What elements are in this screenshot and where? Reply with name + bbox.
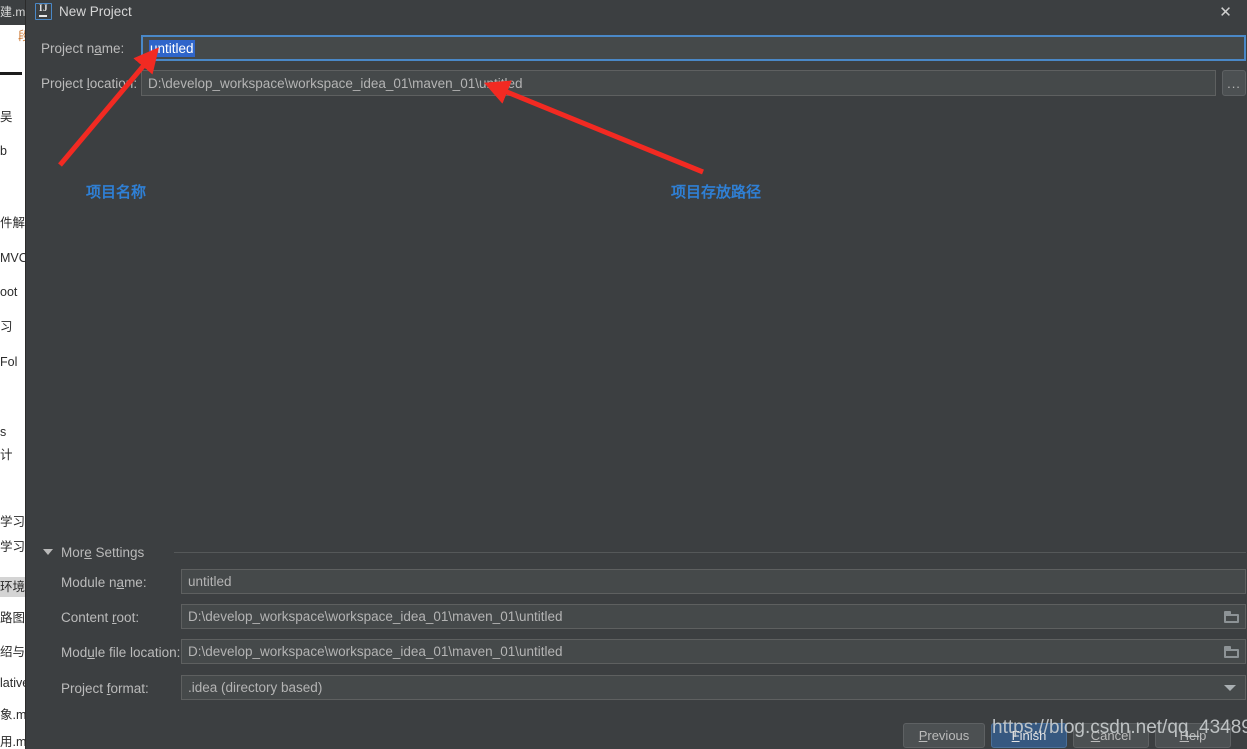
content-root-folder-icon[interactable] xyxy=(1224,611,1239,623)
module-name-value: untitled xyxy=(188,574,232,589)
content-root-input[interactable]: D:\develop_workspace\workspace_idea_01\m… xyxy=(181,604,1246,629)
more-settings-label: More Settings xyxy=(61,545,145,560)
annotation-project-name: 项目名称 xyxy=(86,184,147,201)
screenshot-root: 吴 b 件解讠 MVC oot 习 Fol s 计 学习笔 学习 环境 路图 绍… xyxy=(0,0,1247,749)
project-location-value: D:\develop_workspace\workspace_idea_01\m… xyxy=(148,75,523,91)
project-location-label: Project location: xyxy=(41,76,138,91)
more-settings-separator xyxy=(174,552,1246,553)
dialog-titlebar: IJ New Project ✕ xyxy=(26,0,1247,26)
dialog-title: New Project xyxy=(59,4,132,19)
close-icon[interactable]: ✕ xyxy=(1203,0,1247,26)
project-name-value: untitled xyxy=(149,39,195,57)
intellij-idea-icon: IJ xyxy=(35,3,52,20)
content-root-value: D:\develop_workspace\workspace_idea_01\m… xyxy=(188,609,563,624)
project-format-value: .idea (directory based) xyxy=(188,680,323,695)
new-project-dialog: IJ New Project ✕ Project name: untitled … xyxy=(25,0,1247,749)
project-name-input[interactable]: untitled xyxy=(141,35,1246,61)
annotation-project-location: 项目存放路径 xyxy=(671,184,762,201)
module-name-label: Module name: xyxy=(61,575,147,590)
project-name-label: Project name: xyxy=(41,41,125,56)
content-root-label: Content root: xyxy=(61,610,140,625)
previous-button[interactable]: Previous xyxy=(903,723,985,748)
module-file-location-value: D:\develop_workspace\workspace_idea_01\m… xyxy=(188,644,563,659)
module-name-input[interactable]: untitled xyxy=(181,569,1246,594)
project-location-input[interactable]: D:\develop_workspace\workspace_idea_01\m… xyxy=(141,70,1216,96)
module-file-location-input[interactable]: D:\develop_workspace\workspace_idea_01\m… xyxy=(181,639,1246,664)
project-format-select[interactable]: .idea (directory based) xyxy=(181,675,1246,700)
background-divider xyxy=(0,72,22,75)
watermark: https://blog.csdn.net/qq_43489523 xyxy=(992,717,1247,738)
project-location-browse-button[interactable]: ... xyxy=(1222,70,1246,96)
project-format-label: Project format: xyxy=(61,681,149,696)
more-settings-toggle-icon[interactable] xyxy=(43,549,53,555)
module-file-location-label: Module file location: xyxy=(61,645,181,660)
chevron-down-icon[interactable] xyxy=(1224,685,1236,691)
module-file-location-folder-icon[interactable] xyxy=(1224,646,1239,658)
